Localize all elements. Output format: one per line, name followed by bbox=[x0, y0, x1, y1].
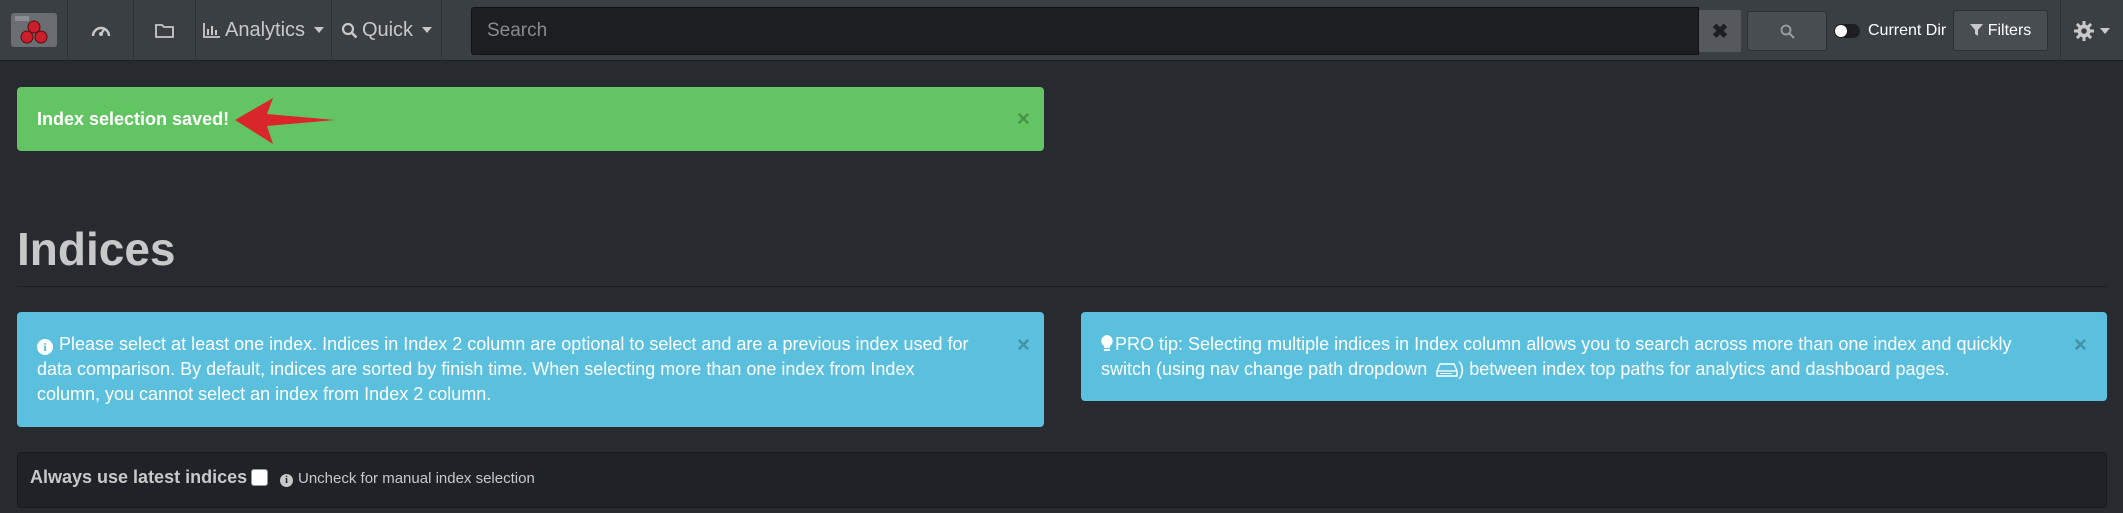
chevron-down-icon bbox=[422, 27, 433, 33]
current-dir-label: Current Dir bbox=[1868, 22, 1947, 39]
info-alert: i Please select at least one index. Indic… bbox=[17, 312, 1044, 427]
tip-line: PRO tip: Selecting multiple indices in I… bbox=[1115, 334, 2012, 354]
clear-search-button[interactable]: ✖ bbox=[1699, 10, 1741, 52]
info-alert-body: i Please select at least one index. Indic… bbox=[37, 332, 969, 407]
info-line: Please select at least one index. Indice… bbox=[59, 334, 969, 354]
filter-icon bbox=[1969, 24, 1983, 36]
dashboard-icon bbox=[91, 26, 110, 37]
search-button[interactable] bbox=[1747, 11, 1827, 51]
current-dir-toggle[interactable]: Current Dir bbox=[1830, 7, 1950, 55]
always-latest-checkbox[interactable] bbox=[251, 469, 268, 486]
filters-label: Filters bbox=[1987, 21, 2032, 39]
hint-text: Uncheck for manual index selection bbox=[298, 470, 535, 487]
divider bbox=[17, 286, 2107, 287]
close-icon[interactable]: × bbox=[1017, 332, 1030, 357]
success-alert: Index selection saved! × bbox=[17, 87, 1044, 151]
analytics-dropdown[interactable]: Analytics bbox=[196, 0, 332, 61]
search-bar: ✖ bbox=[471, 7, 1831, 55]
filters-button[interactable]: Filters bbox=[1953, 10, 2048, 51]
quick-dropdown[interactable]: Quick bbox=[332, 0, 442, 61]
pro-tip-alert: PRO tip: Selecting multiple indices in I… bbox=[1081, 312, 2107, 401]
app-logo[interactable] bbox=[0, 0, 68, 61]
logo-icon bbox=[10, 13, 57, 47]
tip-line: ) between index top paths for analytics … bbox=[1458, 359, 1950, 379]
tip-line: switch (using nav change path dropdown bbox=[1101, 359, 1428, 379]
info-line: data comparison. By default, indices are… bbox=[37, 359, 915, 379]
folder-icon bbox=[155, 23, 174, 38]
lightbulb-icon bbox=[1101, 335, 1113, 351]
always-latest-label: Always use latest indices bbox=[30, 467, 248, 487]
toggle-switch[interactable] bbox=[1834, 24, 1860, 38]
pro-tip-body: PRO tip: Selecting multiple indices in I… bbox=[1101, 332, 2011, 382]
chevron-down-icon bbox=[314, 27, 325, 33]
info-circle-icon: i bbox=[280, 474, 293, 487]
close-icon[interactable]: × bbox=[2074, 332, 2087, 357]
close-icon[interactable]: × bbox=[1017, 106, 1030, 132]
always-latest-hint: i Uncheck for manual index selection bbox=[280, 470, 535, 487]
analytics-label: Analytics bbox=[224, 18, 306, 41]
bar-chart-icon bbox=[203, 22, 220, 38]
gear-icon bbox=[2074, 20, 2094, 41]
search-icon bbox=[341, 22, 358, 38]
info-line: column, you cannot select an index from … bbox=[37, 384, 492, 404]
search-input[interactable] bbox=[471, 7, 1699, 55]
red-arrow-annotation bbox=[235, 98, 335, 144]
always-latest-panel: Always use latest indices i Uncheck for m… bbox=[17, 452, 2107, 508]
dashboard-nav[interactable] bbox=[68, 0, 134, 61]
quick-label: Quick bbox=[361, 18, 414, 41]
chevron-down-icon bbox=[2100, 27, 2110, 34]
hard-drive-icon bbox=[1436, 363, 1458, 377]
settings-dropdown[interactable] bbox=[2060, 0, 2123, 61]
search-icon bbox=[1780, 24, 1795, 39]
file-tree-nav[interactable] bbox=[134, 0, 196, 61]
info-circle-icon: i bbox=[37, 339, 53, 355]
success-message: Index selection saved! bbox=[37, 109, 230, 129]
page-title: Indices bbox=[17, 223, 176, 275]
